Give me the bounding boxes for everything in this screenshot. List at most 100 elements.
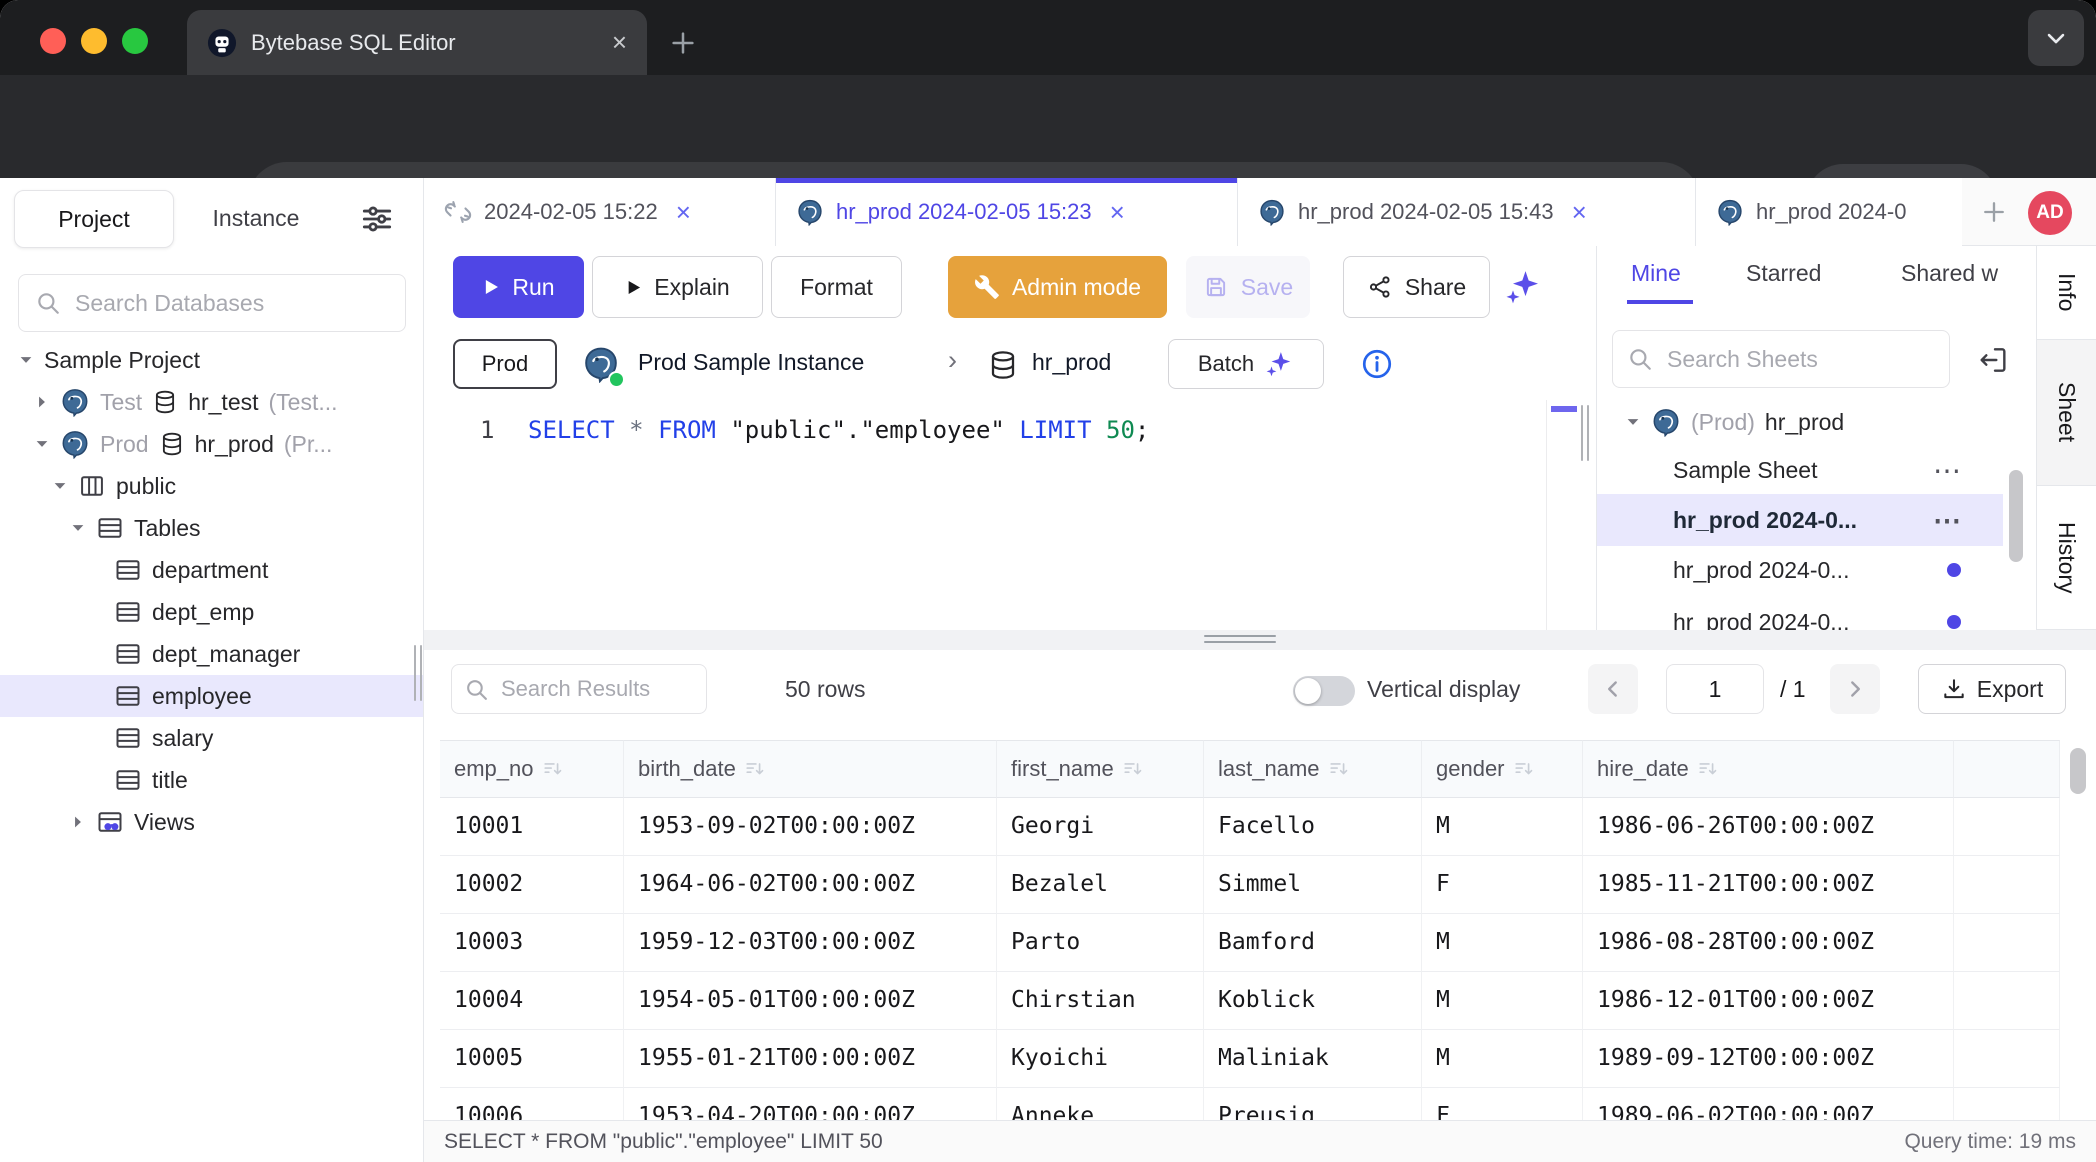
cell[interactable]: 1954-05-01T00:00:00Z (624, 972, 997, 1030)
column-header-hire-date[interactable]: hire_date (1583, 740, 1954, 798)
admin-mode-button[interactable]: Admin mode (948, 256, 1167, 318)
cell[interactable]: 1953-09-02T00:00:00Z (624, 798, 997, 856)
cell[interactable]: F (1422, 856, 1583, 914)
new-tab-button[interactable] (668, 28, 698, 58)
sheets-tab-mine[interactable]: Mine (1631, 260, 1681, 287)
sort-icon[interactable] (1513, 758, 1535, 780)
column-header-gender[interactable]: gender (1422, 740, 1583, 798)
rail-tab-info[interactable]: Info (2037, 246, 2096, 340)
cell[interactable]: 1955-01-21T00:00:00Z (624, 1030, 997, 1088)
caret-right-icon[interactable] (70, 814, 86, 830)
tree-item-table-department[interactable]: department (0, 549, 423, 591)
cell[interactable]: Chirstian (997, 972, 1204, 1030)
user-avatar[interactable]: AD (2028, 191, 2072, 235)
tree-item-views[interactable]: Views (0, 801, 423, 843)
cell[interactable]: 1989-06-02T00:00:00Z (1583, 1088, 1954, 1120)
info-circle-icon[interactable] (1360, 347, 1394, 381)
tree-item-project[interactable]: Sample Project (0, 339, 423, 381)
sheet-item-selected[interactable]: hr_prod 2024-0... ⋯ (1597, 494, 2003, 546)
sheet-item-sample-sheet[interactable]: Sample Sheet ⋯ (1597, 446, 2003, 494)
browser-tab-close-icon[interactable]: × (612, 27, 627, 58)
sheet-item-unsaved-2[interactable]: hr_prod 2024-0... (1597, 598, 2003, 630)
cell[interactable]: Preusig (1204, 1088, 1422, 1120)
column-header-first-name[interactable]: first_name (997, 740, 1204, 798)
sheet-group-hr-prod[interactable]: (Prod) hr_prod (1597, 398, 2003, 446)
sheet-menu-icon[interactable]: ⋯ (1933, 504, 1963, 537)
tree-item-hr-test[interactable]: Test hr_test (Test... (0, 381, 423, 423)
sort-icon[interactable] (542, 758, 564, 780)
sql-editor[interactable]: 1 SELECT * FROM "public"."employee" LIMI… (424, 400, 1590, 630)
sort-icon[interactable] (1697, 758, 1719, 780)
cell[interactable]: Simmel (1204, 856, 1422, 914)
column-header-emp-no[interactable]: emp_no (440, 740, 624, 798)
ai-assistant-sparkle-icon[interactable] (1503, 267, 1543, 307)
batch-button[interactable]: Batch (1168, 339, 1324, 389)
sheets-search[interactable] (1612, 330, 1950, 388)
caret-down-icon[interactable] (52, 478, 68, 494)
results-split-divider[interactable] (424, 630, 2096, 650)
tree-item-table-salary[interactable]: salary (0, 717, 423, 759)
sheet-menu-icon[interactable]: ⋯ (1933, 454, 1963, 487)
cell[interactable]: Anneke (997, 1088, 1204, 1120)
column-header-birth-date[interactable]: birth_date (624, 740, 997, 798)
save-button[interactable]: Save (1186, 256, 1310, 318)
cell[interactable]: M (1422, 798, 1583, 856)
cell[interactable]: Parto (997, 914, 1204, 972)
caret-down-icon[interactable] (70, 520, 86, 536)
editor-tab-3[interactable]: hr_prod 2024-02-05 15:43 × (1238, 178, 1696, 246)
browser-tab[interactable]: Bytebase SQL Editor × (187, 10, 647, 75)
tree-settings-icon[interactable] (358, 200, 396, 238)
sheets-tab-shared[interactable]: Shared w (1901, 260, 1998, 287)
collapse-panel-icon[interactable] (1977, 344, 2009, 376)
tree-item-hr-prod[interactable]: Prod hr_prod (Pr... (0, 423, 423, 465)
tree-item-table-employee-selected[interactable]: employee (0, 675, 423, 717)
database-search[interactable] (18, 274, 406, 332)
cell[interactable]: 10004 (440, 972, 624, 1030)
close-tab-icon[interactable]: × (1572, 197, 1587, 228)
close-tab-icon[interactable]: × (676, 197, 691, 228)
cell[interactable]: M (1422, 972, 1583, 1030)
editor-tab-1[interactable]: 2024-02-05 15:22 × (424, 178, 776, 246)
caret-down-icon[interactable] (34, 436, 50, 452)
cell[interactable]: Bamford (1204, 914, 1422, 972)
format-button[interactable]: Format (771, 256, 902, 318)
results-search[interactable] (451, 664, 707, 714)
window-zoom-button[interactable] (122, 28, 148, 54)
run-button[interactable]: Run (453, 256, 584, 318)
cell[interactable]: 10005 (440, 1030, 624, 1088)
vertical-display-toggle[interactable] (1293, 676, 1355, 706)
window-close-button[interactable] (40, 28, 66, 54)
cell[interactable]: 10003 (440, 914, 624, 972)
window-minimize-button[interactable] (81, 28, 107, 54)
panel-resize-handle[interactable] (1581, 405, 1583, 461)
caret-down-icon[interactable] (18, 352, 34, 368)
editor-tab-2-active[interactable]: hr_prod 2024-02-05 15:23 × (776, 178, 1238, 246)
editor-tab-4[interactable]: hr_prod 2024-0 (1696, 178, 1962, 246)
explain-button[interactable]: Explain (592, 256, 763, 318)
add-sheet-tab-button[interactable] (1980, 198, 2008, 226)
database-search-input[interactable] (73, 289, 389, 318)
sheets-search-input[interactable] (1665, 345, 1935, 374)
share-button[interactable]: Share (1343, 256, 1490, 318)
cell[interactable]: 10006 (440, 1088, 624, 1120)
sheets-scrollbar[interactable] (2009, 470, 2023, 562)
tree-item-table-dept-emp[interactable]: dept_emp (0, 591, 423, 633)
tab-project[interactable]: Project (14, 190, 174, 248)
results-scrollbar[interactable] (2070, 748, 2086, 794)
sidebar-resize-handle[interactable] (420, 645, 422, 701)
tab-overflow-button[interactable] (2028, 10, 2084, 66)
cell[interactable]: Bezalel (997, 856, 1204, 914)
column-header-last-name[interactable]: last_name (1204, 740, 1422, 798)
export-button[interactable]: Export (1918, 664, 2066, 714)
results-search-input[interactable] (499, 675, 694, 703)
cell[interactable]: 1985-11-21T00:00:00Z (1583, 856, 1954, 914)
rail-tab-history[interactable]: History (2037, 486, 2096, 630)
tree-item-table-dept-manager[interactable]: dept_manager (0, 633, 423, 675)
tree-item-table-title[interactable]: title (0, 759, 423, 801)
caret-down-icon[interactable] (1625, 414, 1641, 430)
cell[interactable]: Facello (1204, 798, 1422, 856)
sort-icon[interactable] (1122, 758, 1144, 780)
cell[interactable]: 1964-06-02T00:00:00Z (624, 856, 997, 914)
sheet-item-unsaved[interactable]: hr_prod 2024-0... (1597, 546, 2003, 594)
cell[interactable]: Koblick (1204, 972, 1422, 1030)
